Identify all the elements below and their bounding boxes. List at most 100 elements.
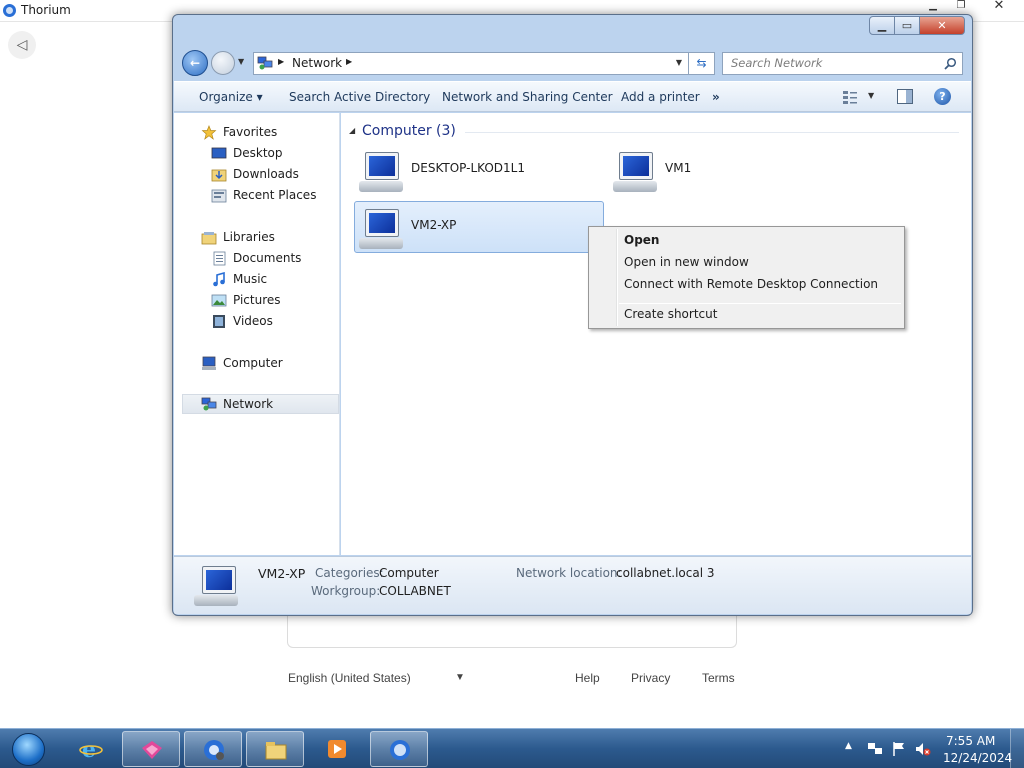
- group-divider: [465, 132, 959, 133]
- downloads-icon: [211, 169, 227, 181]
- add-printer-button[interactable]: Add a printer: [621, 90, 700, 104]
- show-hidden-icons-icon[interactable]: ▲: [845, 741, 852, 751]
- show-desktop-button[interactable]: [1010, 729, 1024, 768]
- refresh-button[interactable]: ⇆: [689, 52, 715, 75]
- libraries-icon: [201, 231, 217, 244]
- browser-minimize-button[interactable]: ▁: [918, 0, 948, 14]
- nav-pictures[interactable]: Pictures: [211, 290, 281, 310]
- nav-videos[interactable]: Videos: [211, 311, 273, 331]
- preview-pane-icon[interactable]: [897, 89, 913, 104]
- media-player-icon: [328, 740, 346, 758]
- videos-icon: [213, 314, 225, 328]
- volume-muted-icon[interactable]: [915, 741, 931, 757]
- collapse-group-icon[interactable]: ◢: [349, 126, 355, 135]
- language-dropdown-icon[interactable]: ▼: [455, 672, 465, 683]
- privacy-link[interactable]: Privacy: [631, 671, 670, 685]
- language-select[interactable]: English (United States): [288, 671, 411, 685]
- computer-item-label: VM2-XP: [411, 218, 457, 232]
- taskbar-explorer[interactable]: [246, 731, 304, 767]
- folder-icon: [265, 742, 287, 760]
- minimize-button[interactable]: ▁: [869, 16, 895, 35]
- organize-button[interactable]: Organize ▾: [199, 90, 263, 104]
- network-sharing-center-button[interactable]: Network and Sharing Center: [442, 90, 613, 104]
- taskbar-media-player[interactable]: [308, 731, 366, 767]
- action-center-flag-icon[interactable]: [891, 741, 907, 757]
- computer-item[interactable]: DESKTOP-LKOD1L1: [355, 145, 605, 197]
- app-pink-icon: [142, 741, 162, 759]
- details-name: VM2-XP: [258, 566, 306, 581]
- browser-back-button[interactable]: ◁: [8, 31, 36, 59]
- address-location[interactable]: Network: [292, 56, 342, 70]
- nav-computer[interactable]: Computer: [201, 353, 283, 373]
- computer-icon: [359, 150, 405, 194]
- documents-icon: [213, 251, 226, 265]
- nav-libraries[interactable]: Libraries: [201, 227, 275, 247]
- recent-places-icon: [211, 189, 227, 202]
- context-menu: Open Open in new window Connect with Rem…: [588, 226, 905, 329]
- group-label: Computer (3): [362, 123, 456, 139]
- computer-icon: [202, 356, 216, 370]
- forward-button[interactable]: [211, 51, 235, 75]
- command-bar: Organize ▾ Search Active Directory Netwo…: [174, 81, 971, 112]
- taskbar-internet-explorer[interactable]: e: [62, 731, 120, 767]
- taskbar-pink-app[interactable]: [122, 731, 180, 767]
- navigation-pane: Favorites Desktop Downloads Recent Place…: [174, 113, 340, 555]
- search-placeholder: Search Network: [731, 56, 823, 70]
- address-chevron-icon[interactable]: ▶: [278, 57, 284, 66]
- back-button[interactable]: ←: [182, 50, 208, 76]
- browser-maximize-button[interactable]: ❐: [946, 0, 976, 14]
- search-active-directory-button[interactable]: Search Active Directory: [289, 90, 430, 104]
- computer-icon: [613, 150, 659, 194]
- group-header[interactable]: ◢ Computer (3): [349, 123, 959, 141]
- nav-documents[interactable]: Documents: [211, 248, 301, 268]
- menu-item-create-shortcut[interactable]: Create shortcut: [592, 304, 901, 324]
- search-input[interactable]: Search Network: [722, 52, 963, 75]
- start-button[interactable]: [3, 730, 53, 768]
- chrome-user-icon: [204, 740, 224, 760]
- desktop-icon: [211, 147, 227, 158]
- clock-time[interactable]: 7:55 AM: [946, 734, 995, 748]
- network-tray-icon[interactable]: [867, 741, 883, 757]
- details-workgroup-key: Workgroup:: [311, 584, 381, 598]
- thorium-logo-icon: [3, 4, 16, 17]
- view-dropdown-icon[interactable]: ▼: [868, 91, 874, 100]
- nav-desktop[interactable]: Desktop: [211, 143, 283, 163]
- search-icon[interactable]: [944, 57, 957, 70]
- menu-item-open[interactable]: Open: [592, 230, 901, 250]
- terms-link[interactable]: Terms: [702, 671, 735, 685]
- change-view-icon[interactable]: [842, 90, 858, 104]
- browser-title: Thorium: [21, 3, 71, 17]
- computer-item-selected[interactable]: VM2-XP: [354, 201, 604, 253]
- address-chevron-icon[interactable]: ▶: [346, 57, 352, 66]
- nav-favorites[interactable]: Favorites: [201, 122, 277, 142]
- nav-music[interactable]: Music: [211, 269, 267, 289]
- menu-item-remote-desktop[interactable]: Connect with Remote Desktop Connection: [592, 274, 901, 294]
- nav-downloads[interactable]: Downloads: [211, 164, 299, 184]
- maximize-button[interactable]: ▭: [894, 16, 920, 35]
- address-bar[interactable]: ▶ Network ▶ ▼: [253, 52, 689, 75]
- address-dropdown-icon[interactable]: ▼: [676, 58, 682, 67]
- taskbar-thorium[interactable]: [370, 731, 428, 767]
- menu-item-open-new-window[interactable]: Open in new window: [592, 252, 901, 272]
- close-button[interactable]: ✕: [919, 16, 965, 35]
- windows-start-orb-icon: [12, 733, 45, 766]
- taskbar-chrome-user[interactable]: [184, 731, 242, 767]
- nav-network[interactable]: Network: [182, 394, 339, 414]
- clock-date[interactable]: 12/24/2024: [943, 751, 1012, 765]
- help-link[interactable]: Help: [575, 671, 600, 685]
- browser-close-button[interactable]: ✕: [984, 0, 1014, 14]
- details-location-value: collabnet.local 3: [616, 566, 715, 580]
- details-location-key: Network location:: [516, 566, 622, 580]
- recent-pages-dropdown-icon[interactable]: ▼: [238, 57, 244, 66]
- help-icon[interactable]: ?: [934, 88, 951, 105]
- network-icon: [201, 397, 217, 410]
- internet-explorer-icon: e: [79, 737, 103, 761]
- taskbar: e ▲ 7:55 AM 12/24/2024: [0, 728, 1024, 768]
- more-commands-button[interactable]: »: [712, 90, 720, 104]
- details-categories-value: Computer: [379, 566, 439, 580]
- computer-item-label: DESKTOP-LKOD1L1: [411, 161, 525, 175]
- computer-item[interactable]: VM1: [609, 145, 859, 197]
- details-pane: VM2-XP Categories: Computer Workgroup: C…: [174, 556, 971, 614]
- content-pane: ◢ Computer (3) DESKTOP-LKOD1L1 VM1 VM2-X…: [341, 113, 971, 555]
- nav-recent-places[interactable]: Recent Places: [211, 185, 316, 205]
